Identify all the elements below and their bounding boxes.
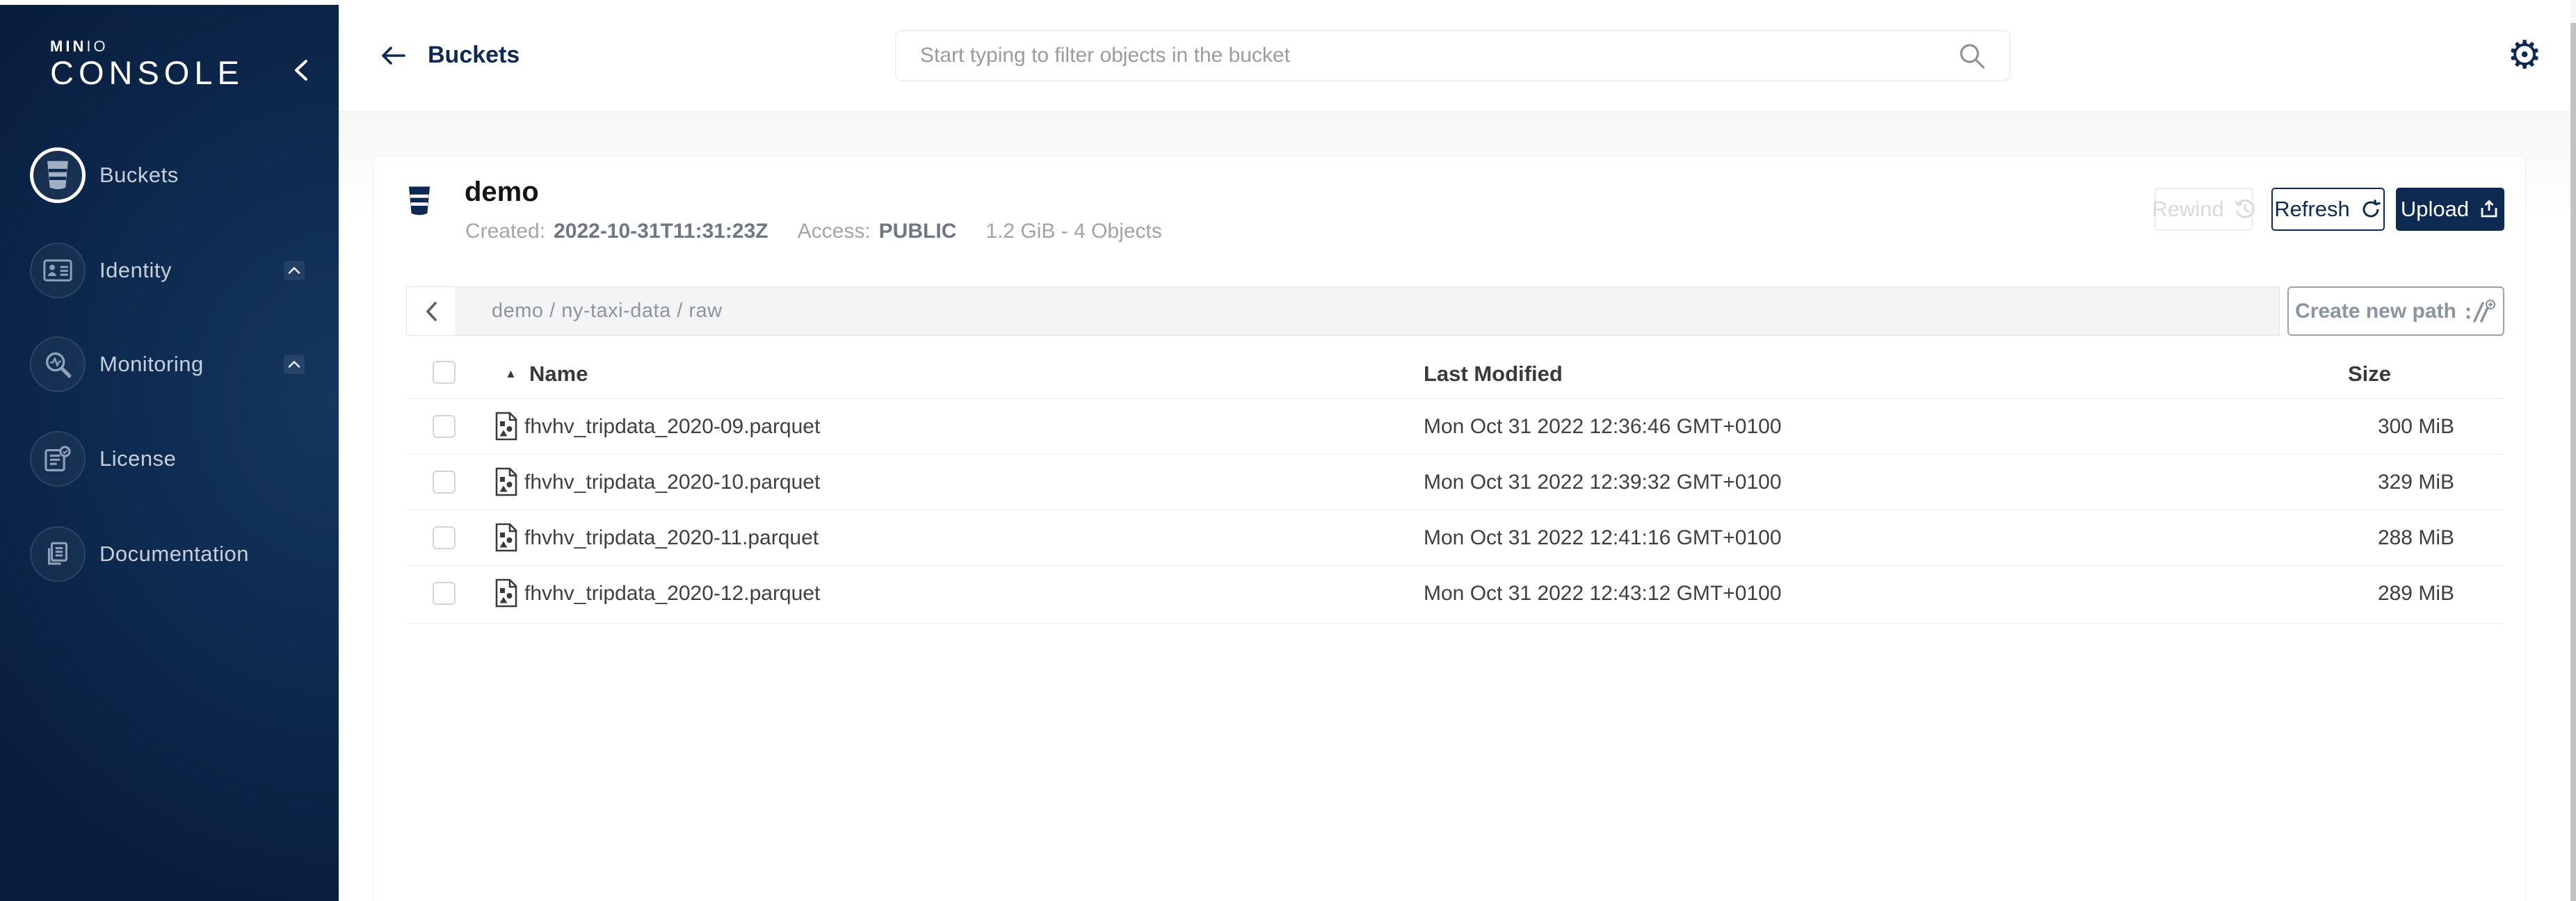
sidebar-item-label: Monitoring [99,336,204,392]
minio-console-app: MINIO CONSOLE Buckets Identity [0,0,2576,901]
create-path-icon [2465,298,2497,325]
parquet-file-icon [494,578,518,608]
select-all-checkbox[interactable] [433,361,456,384]
object-size: 329 MiB [2378,455,2454,510]
parquet-file-icon [494,523,518,552]
row-checkbox[interactable] [433,582,456,605]
table-row[interactable]: fhvhv_tripdata_2020-12.parquet Mon Oct 3… [406,566,2503,624]
sidebar-item-buckets[interactable]: Buckets [0,147,339,203]
created-label: Created: [465,220,545,243]
minio-logo: MINIO CONSOLE [50,38,244,90]
access-value: PUBLIC [879,220,957,243]
column-header-last-modified[interactable]: Last Modified [1424,348,1563,399]
path-bar: demo / ny-taxi-data / raw [406,286,2280,336]
refresh-label: Refresh [2274,197,2350,222]
back-arrow-icon [379,45,410,66]
chevron-up-icon[interactable] [284,261,305,280]
path-back-button[interactable] [407,287,456,335]
sidebar: MINIO CONSOLE Buckets Identity [0,5,339,901]
created-value: 2022-10-31T11:31:23Z [554,220,768,243]
table-row[interactable]: fhvhv_tripdata_2020-09.parquet Mon Oct 3… [406,399,2503,455]
sidebar-item-label: Buckets [99,147,179,203]
upload-label: Upload [2401,197,2469,222]
scrollbar-thumb[interactable] [2570,23,2576,901]
rewind-button[interactable]: Rewind [2155,188,2253,231]
table-row[interactable]: fhvhv_tripdata_2020-11.parquet Mon Oct 3… [406,510,2503,566]
search-container [895,30,2011,81]
documentation-icon [30,526,86,582]
usage-summary: 1.2 GiB - 4 Objects [985,220,1161,243]
object-name[interactable]: fhvhv_tripdata_2020-11.parquet [524,510,819,566]
logo-product: CONSOLE [50,56,244,90]
access-label: Access: [798,220,871,243]
sidebar-item-label: Documentation [99,526,249,582]
sidebar-item-label: Identity [99,243,172,298]
object-last-modified: Mon Oct 31 2022 12:36:46 GMT+0100 [1424,399,1782,455]
logo-brand-light: IO [86,38,108,55]
search-icon [1958,42,1987,71]
logo-brand-bold: MIN [50,38,86,55]
object-name[interactable]: fhvhv_tripdata_2020-09.parquet [524,399,820,455]
bucket-name-title: demo [465,177,539,208]
main-content: demo Created: 2022-10-31T11:31:23Z Acces… [339,113,2570,901]
sidebar-item-identity[interactable]: Identity [0,243,339,298]
breadcrumb[interactable]: demo / ny-taxi-data / raw [456,287,2279,335]
bucket-browser-card: demo Created: 2022-10-31T11:31:23Z Acces… [373,156,2526,901]
rewind-label: Rewind [2152,197,2223,222]
sidebar-item-documentation[interactable]: Documentation [0,526,339,582]
objects-table: ▲ Name Last Modified Size fhvhv_tripdata… [406,348,2503,624]
chevron-up-icon[interactable] [284,355,305,374]
parquet-file-icon [494,467,518,496]
sidebar-item-license[interactable]: License [0,431,339,487]
bucket-icon [30,147,86,203]
object-size: 288 MiB [2378,510,2454,566]
top-strip [0,0,2576,5]
column-header-name[interactable]: Name [529,348,588,399]
table-row[interactable]: fhvhv_tripdata_2020-10.parquet Mon Oct 3… [406,455,2503,510]
object-last-modified: Mon Oct 31 2022 12:43:12 GMT+0100 [1424,566,1782,622]
back-button[interactable] [379,43,410,68]
identity-icon [30,243,86,298]
sidebar-collapse-button[interactable] [292,58,317,83]
column-header-size[interactable]: Size [2348,348,2391,399]
chevron-left-icon [424,300,439,323]
sidebar-item-label: License [99,431,176,487]
row-checkbox[interactable] [433,471,456,494]
chevron-left-icon [292,59,317,81]
logo-brand: MINIO [50,38,244,55]
rewind-icon [2234,198,2256,220]
page-scrollbar[interactable] [2570,0,2576,901]
row-checkbox[interactable] [433,526,456,549]
refresh-icon [2360,198,2382,220]
object-last-modified: Mon Oct 31 2022 12:41:16 GMT+0100 [1424,510,1782,566]
monitoring-icon [30,336,86,392]
refresh-button[interactable]: Refresh [2271,188,2385,231]
object-size: 289 MiB [2378,566,2454,622]
bucket-icon [406,184,433,218]
create-new-path-label: Create new path [2295,300,2456,323]
filter-objects-input[interactable] [895,30,2011,81]
object-last-modified: Mon Oct 31 2022 12:39:32 GMT+0100 [1424,455,1782,510]
topbar: Buckets ⚙ [339,0,2570,112]
license-icon [30,431,86,487]
upload-icon [2479,199,2499,220]
sidebar-item-monitoring[interactable]: Monitoring [0,336,339,392]
row-checkbox[interactable] [433,415,456,438]
page-title[interactable]: Buckets [428,42,520,69]
create-new-path-button[interactable]: Create new path [2287,286,2504,336]
object-name[interactable]: fhvhv_tripdata_2020-10.parquet [524,455,820,510]
sort-ascending-icon[interactable]: ▲ [505,348,517,399]
settings-gear-icon[interactable]: ⚙ [2507,33,2542,78]
object-size: 300 MiB [2378,399,2454,455]
parquet-file-icon [494,412,518,441]
bucket-meta: Created: 2022-10-31T11:31:23Z Access: PU… [465,220,1162,243]
object-name[interactable]: fhvhv_tripdata_2020-12.parquet [524,566,820,622]
upload-button[interactable]: Upload [2396,188,2504,231]
table-header-row: ▲ Name Last Modified Size [406,348,2503,399]
